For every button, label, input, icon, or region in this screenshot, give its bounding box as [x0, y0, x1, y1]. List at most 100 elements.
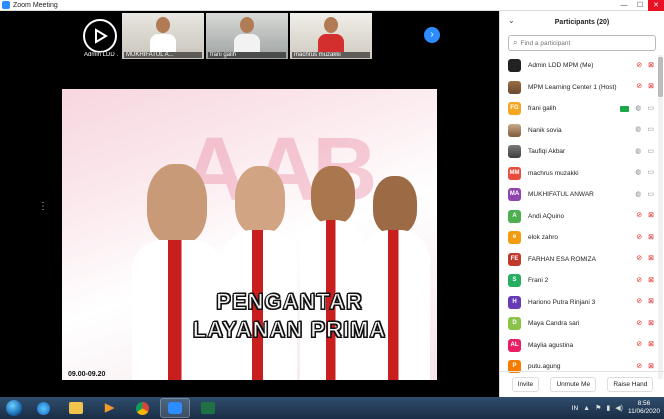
avatar: H — [508, 295, 521, 309]
participant-status: ⊘ ⊠ — [636, 83, 654, 91]
mic-icon[interactable]: ◍ — [635, 105, 641, 113]
participant-row[interactable]: MPM Learning Center 1 (Host) ⊘ ⊠ — [500, 77, 658, 99]
mic-muted-icon[interactable]: ⊘ — [636, 83, 642, 91]
video-off-icon[interactable]: ⊠ — [648, 298, 654, 306]
participant-row[interactable]: FE FARHAN ESA ROMIZA ⊘ ⊠ — [500, 249, 658, 271]
next-thumbnails-button[interactable]: › — [424, 27, 440, 43]
mic-icon[interactable]: ◍ — [635, 126, 641, 134]
participant-search[interactable]: ⌕ — [508, 35, 656, 51]
video-off-icon[interactable]: ⊠ — [648, 234, 654, 242]
search-input[interactable] — [520, 39, 641, 47]
video-icon[interactable]: ▭ — [647, 169, 654, 177]
invite-button[interactable]: Invite — [511, 377, 540, 392]
more-options-icon[interactable]: ⋮ — [38, 201, 48, 212]
mic-muted-icon[interactable]: ⊘ — [636, 320, 642, 328]
participant-row[interactable]: D Maya Candra sari ⊘ ⊠ — [500, 313, 658, 335]
maximize-button[interactable]: ☐ — [632, 0, 648, 11]
taskbar-chrome[interactable] — [127, 398, 157, 418]
avatar: D — [508, 317, 521, 331]
mic-muted-icon[interactable]: ⊘ — [636, 341, 642, 349]
avatar — [508, 80, 521, 94]
window-controls: — ☐ ✕ — [616, 0, 664, 11]
zoom-icon — [168, 402, 182, 414]
thumbnail-name: machrus muzakki — [292, 52, 370, 58]
participant-row[interactable]: e elok zahro ⊘ ⊠ — [500, 227, 658, 249]
participant-row[interactable]: A Andi AQuino ⊘ ⊠ — [500, 206, 658, 228]
play-logo-icon — [83, 19, 117, 53]
mic-icon[interactable]: ◍ — [635, 191, 641, 199]
mic-muted-icon[interactable]: ⊘ — [636, 255, 642, 263]
video-thumbnail[interactable]: frani galih — [206, 13, 288, 59]
clock[interactable]: 8:56 11/06/2020 — [628, 400, 660, 416]
participant-row[interactable]: H Hariono Putra Rinjani 3 ⊘ ⊠ — [500, 292, 658, 314]
video-thumbnail[interactable]: Admin LDD ... — [80, 13, 120, 59]
meeting-video-area: Admin LDD ... MUKHIFATUL A... frani gali… — [0, 11, 499, 397]
taskbar-ie[interactable] — [28, 398, 58, 418]
video-off-icon[interactable]: ⊠ — [648, 320, 654, 328]
mic-muted-icon[interactable]: ⊘ — [636, 298, 642, 306]
participant-row[interactable]: AL Maylia agustina ⊘ ⊠ — [500, 335, 658, 357]
video-thumbnail-strip: Admin LDD ... MUKHIFATUL A... frani gali… — [80, 13, 372, 61]
mic-muted-icon[interactable]: ⊘ — [636, 62, 642, 70]
video-thumbnail[interactable]: MUKHIFATUL A... — [122, 13, 204, 59]
unmute-me-button[interactable]: Unmute Me — [550, 377, 597, 392]
video-icon[interactable]: ▭ — [647, 126, 654, 134]
participant-list-scrollbar[interactable] — [658, 55, 663, 379]
clock-time: 8:56 — [637, 400, 651, 407]
video-icon[interactable]: ▭ — [647, 191, 654, 199]
participant-row[interactable]: Admin LDD MPM (Me) ⊘ ⊠ — [500, 55, 658, 77]
taskbar-media-player[interactable] — [94, 398, 124, 418]
window-title: Zoom Meeting — [13, 1, 58, 9]
avatar — [508, 145, 521, 159]
video-off-icon[interactable]: ⊠ — [648, 363, 654, 371]
close-button[interactable]: ✕ — [648, 0, 664, 11]
participant-row[interactable]: MA MUKHIFATUL ANWAR ◍ ▭ — [500, 184, 658, 206]
mic-muted-icon[interactable]: ⊘ — [636, 363, 642, 371]
video-off-icon[interactable]: ⊠ — [648, 341, 654, 349]
minimize-button[interactable]: — — [616, 0, 632, 11]
participant-status: ◍ ▭ — [635, 169, 654, 177]
mic-icon[interactable]: ◍ — [635, 169, 641, 177]
mic-muted-icon[interactable]: ⊘ — [636, 212, 642, 220]
taskbar-excel[interactable] — [193, 398, 223, 418]
media-player-icon — [104, 403, 115, 413]
participant-row[interactable]: Nanik sovia ◍ ▭ — [500, 120, 658, 142]
mic-muted-icon[interactable]: ⊘ — [636, 277, 642, 285]
avatar — [508, 59, 521, 73]
participant-row[interactable]: Taufiqi Akbar ◍ ▭ — [500, 141, 658, 163]
video-icon[interactable]: ▭ — [647, 105, 654, 113]
participant-row[interactable]: S Frani 2 ⊘ ⊠ — [500, 270, 658, 292]
avatar: FG — [508, 102, 521, 116]
video-off-icon[interactable]: ⊠ — [648, 212, 654, 220]
language-indicator[interactable]: IN — [572, 405, 579, 412]
taskbar-zoom[interactable] — [160, 398, 190, 418]
system-tray: IN ▲ ⚑ ▮ ◀) 8:56 11/06/2020 — [572, 397, 660, 419]
video-off-icon[interactable]: ⊠ — [648, 83, 654, 91]
video-off-icon[interactable]: ⊠ — [648, 62, 654, 70]
video-thumbnail[interactable]: machrus muzakki — [290, 13, 372, 59]
participant-status: ⊘ ⊠ — [636, 234, 654, 242]
video-off-icon[interactable]: ⊠ — [648, 277, 654, 285]
collapse-panel-icon[interactable]: ⌄ — [508, 16, 515, 25]
start-button[interactable] — [3, 398, 25, 418]
video-icon[interactable]: ▭ — [647, 148, 654, 156]
raise-hand-button[interactable]: Raise Hand — [607, 377, 654, 392]
participant-row[interactable]: MM machrus muzakki ◍ ▭ — [500, 163, 658, 185]
participants-panel: ⌄ Participants (20) ⌕ Admin LDD MPM (Me)… — [499, 11, 664, 397]
avatar: FE — [508, 252, 521, 266]
person-figure — [222, 166, 297, 380]
network-icon[interactable]: ▮ — [606, 404, 610, 412]
internet-explorer-icon — [36, 401, 50, 415]
person-figure — [132, 164, 222, 380]
video-off-icon[interactable]: ⊠ — [648, 255, 654, 263]
shared-screen: A AB PENGANTAR LAYANAN PRIMA 09.00-09.20 — [62, 89, 437, 380]
mic-muted-icon[interactable]: ⊘ — [636, 234, 642, 242]
action-center-icon[interactable]: ⚑ — [595, 404, 601, 412]
participant-row[interactable]: FG frani galih ◍ ▭ — [500, 98, 658, 120]
show-hidden-icons-icon[interactable]: ▲ — [583, 405, 590, 412]
slide-timestamp: 09.00-09.20 — [68, 371, 106, 378]
mic-icon[interactable]: ◍ — [635, 148, 641, 156]
volume-icon[interactable]: ◀) — [615, 404, 623, 412]
avatar: MM — [508, 166, 521, 180]
taskbar-explorer[interactable] — [61, 398, 91, 418]
